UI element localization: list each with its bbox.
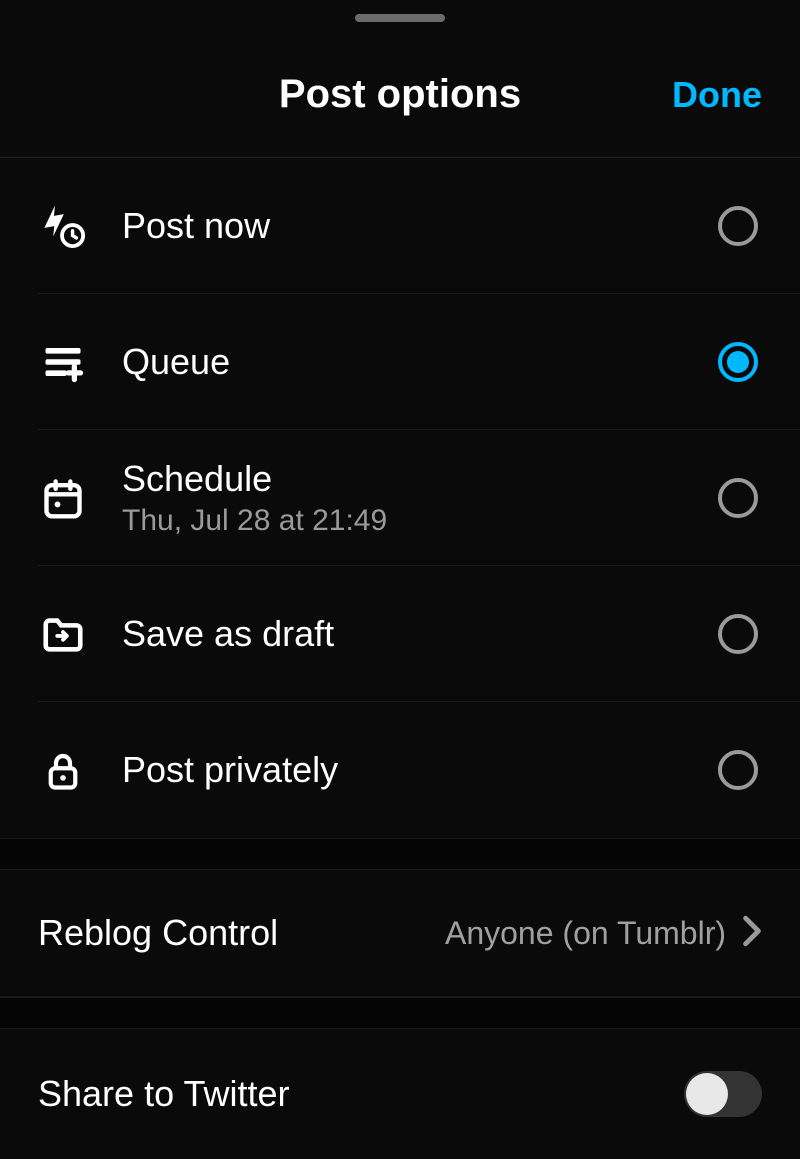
option-label: Queue: [122, 341, 718, 383]
drag-handle[interactable]: [355, 14, 445, 22]
radio-inner-dot: [727, 351, 749, 373]
option-text: Post privately: [122, 749, 718, 791]
post-options-sheet: Post options Done Post now: [0, 0, 800, 1129]
option-text: Schedule Thu, Jul 28 at 21:49: [122, 458, 718, 538]
option-label: Save as draft: [122, 613, 718, 655]
section-divider: [0, 997, 800, 1029]
radio-queue[interactable]: [718, 342, 758, 382]
sheet-header: Post options Done: [0, 32, 800, 158]
radio-post-now[interactable]: [718, 206, 758, 246]
toggle-knob: [686, 1073, 728, 1115]
option-text: Queue: [122, 341, 718, 383]
folder-icon: [38, 609, 88, 659]
share-twitter-toggle[interactable]: [684, 1071, 762, 1117]
option-label: Post privately: [122, 749, 718, 791]
queue-icon: [38, 337, 88, 387]
option-queue[interactable]: Queue: [38, 294, 800, 430]
drag-handle-container: [0, 0, 800, 32]
option-label: Schedule: [122, 458, 718, 500]
reblog-control-row[interactable]: Reblog Control Anyone (on Tumblr): [0, 870, 800, 997]
post-now-icon: [38, 201, 88, 251]
lock-icon: [38, 745, 88, 795]
reblog-control-label: Reblog Control: [38, 912, 445, 954]
chevron-right-icon: [742, 915, 762, 952]
option-schedule[interactable]: Schedule Thu, Jul 28 at 21:49: [38, 430, 800, 566]
option-text: Save as draft: [122, 613, 718, 655]
option-save-draft[interactable]: Save as draft: [38, 566, 800, 702]
calendar-icon: [38, 473, 88, 523]
post-timing-options: Post now Queue: [0, 158, 800, 838]
section-divider: [0, 838, 800, 870]
reblog-control-value: Anyone (on Tumblr): [445, 915, 726, 952]
radio-save-draft[interactable]: [718, 614, 758, 654]
schedule-datetime: Thu, Jul 28 at 21:49: [122, 504, 718, 538]
page-title: Post options: [279, 72, 521, 117]
radio-schedule[interactable]: [718, 478, 758, 518]
done-button[interactable]: Done: [672, 74, 762, 116]
radio-post-privately[interactable]: [718, 750, 758, 790]
option-text: Post now: [122, 205, 718, 247]
share-twitter-label: Share to Twitter: [38, 1073, 684, 1115]
option-label: Post now: [122, 205, 718, 247]
share-twitter-row[interactable]: Share to Twitter: [0, 1029, 800, 1159]
option-post-privately[interactable]: Post privately: [38, 702, 800, 838]
option-post-now[interactable]: Post now: [38, 158, 800, 294]
